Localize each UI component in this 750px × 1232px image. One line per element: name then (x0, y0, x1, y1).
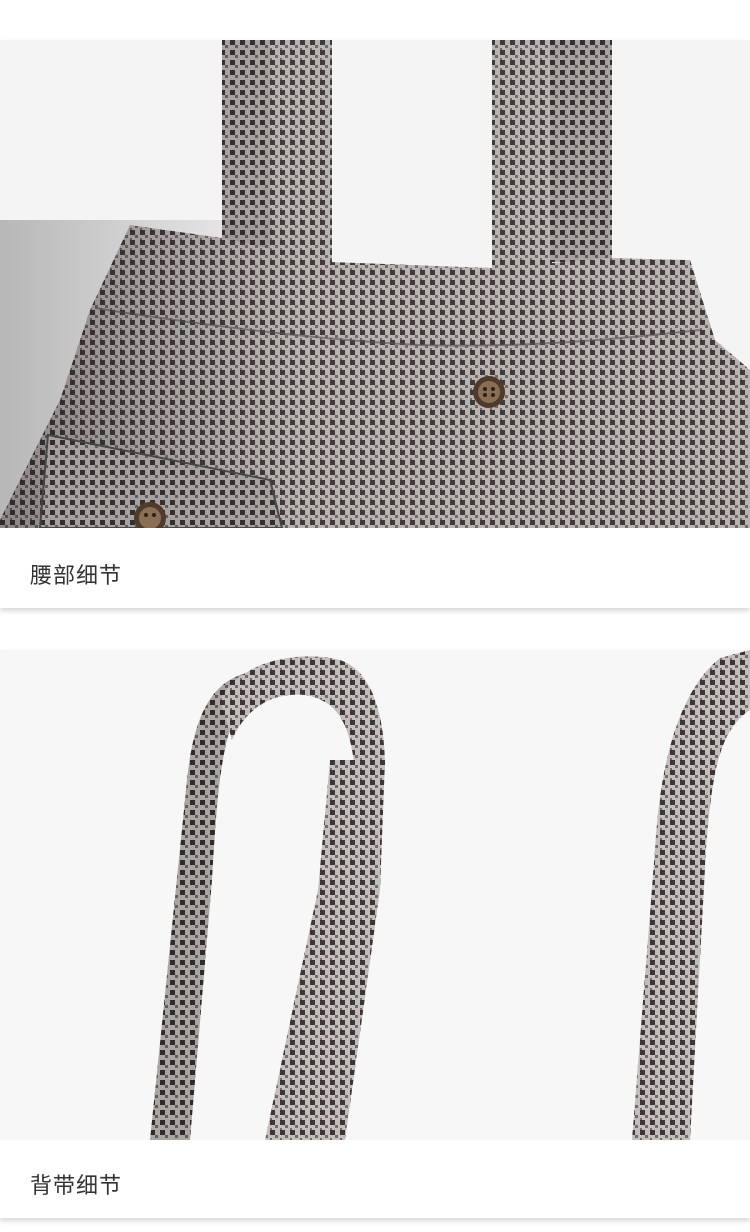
waist-button-icon (473, 376, 505, 408)
detail-card-waist: 腰部细节 (0, 40, 750, 608)
waist-detail-photo (0, 40, 750, 528)
waist-detail-image (0, 40, 750, 528)
section-caption: 腰部细节 (30, 564, 123, 589)
strap-detail-photo (0, 650, 750, 1140)
strap-detail-image (0, 650, 750, 1140)
section-caption: 背带细节 (30, 1174, 123, 1199)
detail-card-strap: 背带细节 (0, 650, 750, 1218)
